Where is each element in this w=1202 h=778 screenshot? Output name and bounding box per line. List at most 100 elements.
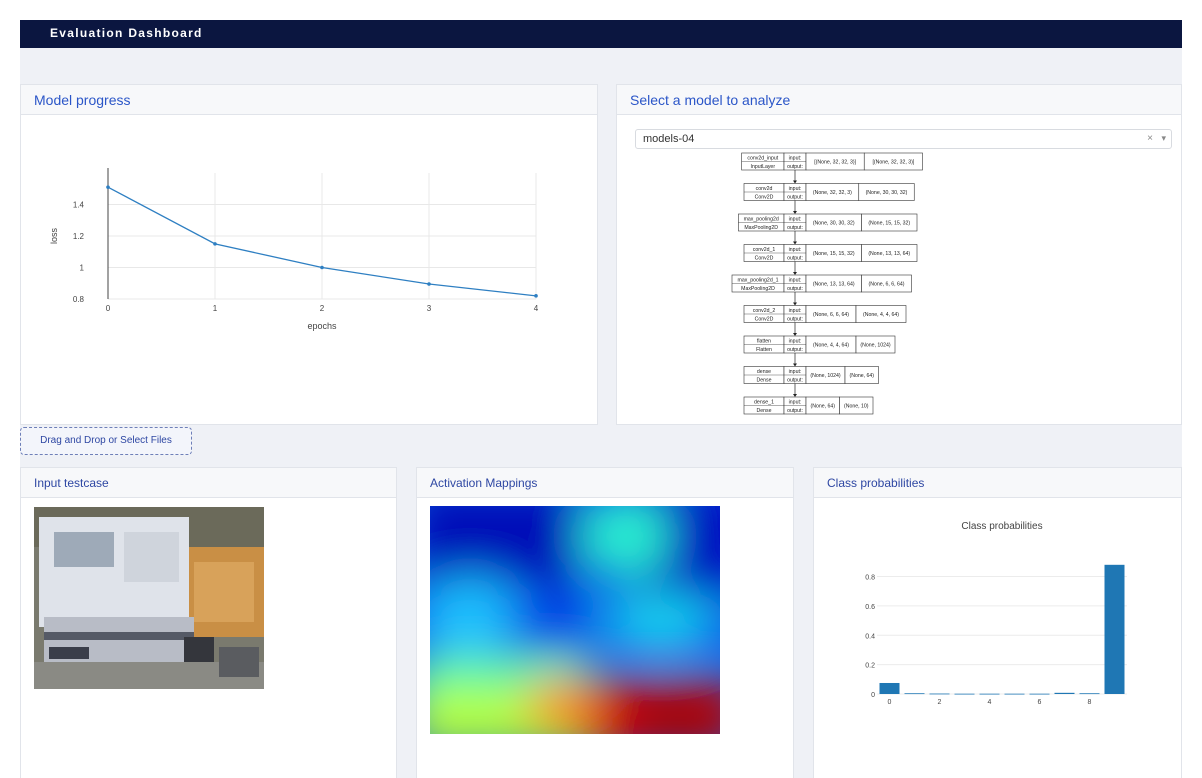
layer-output-shape: (None, 4, 4, 64)	[863, 312, 899, 318]
model-dropdown-value: models-04	[643, 133, 695, 145]
input-testcase-image	[34, 507, 264, 689]
layer-output-shape: (None, 15, 15, 32)	[868, 221, 910, 227]
prob-bar[interactable]	[1104, 564, 1125, 694]
layer-node: dense Dense input: output: (None, 1024) (None…	[743, 366, 879, 384]
layer-output-label: output:	[787, 225, 803, 231]
layer-type: MaxPooling2D	[741, 286, 775, 292]
prob-bar[interactable]	[1029, 693, 1050, 695]
layer-input-label: input:	[789, 277, 802, 283]
layer-name: conv2d_input	[747, 155, 778, 161]
layer-name: conv2d	[756, 186, 773, 192]
activation-header: Activation Mappings	[417, 468, 793, 498]
class-probabilities-title: Class probabilities	[961, 521, 1042, 532]
loss-ytick-label: 1.2	[73, 232, 85, 241]
layer-node: max_pooling2d MaxPooling2D input: output: (N…	[738, 213, 918, 232]
layer-node: dense_1 Dense input: output: (None, 64) (None…	[743, 396, 874, 415]
layer-node: conv2d_1 Conv2D input: output: (None, 15, 15…	[743, 244, 918, 262]
loss-xtick-label: 4	[534, 304, 539, 313]
layer-name: conv2d_1	[753, 247, 776, 253]
prob-bar[interactable]	[1004, 693, 1025, 695]
layer-edge-arrow	[793, 180, 797, 184]
prob-ytick-label: 0	[871, 692, 875, 699]
layer-input-shape: (None, 32, 32, 3)	[813, 190, 852, 196]
prob-bar[interactable]	[1054, 692, 1075, 694]
clear-icon[interactable]: ×	[1147, 133, 1153, 144]
layer-input-label: input:	[789, 399, 802, 405]
chevron-down-icon[interactable]: ▾	[1161, 133, 1166, 144]
layer-input-label: input:	[789, 308, 802, 314]
layer-type: Conv2D	[755, 194, 774, 200]
class-probabilities-chart: Class probabilities 0 0.2 0.4 0.6 0.8 0 2 4 6 8	[865, 521, 1127, 706]
layer-input-label: input:	[789, 216, 802, 222]
app-title: Evaluation Dashboard	[50, 26, 203, 40]
layer-input-shape: (None, 4, 4, 64)	[813, 343, 849, 349]
prob-bar[interactable]	[1079, 693, 1100, 695]
layer-type: InputLayer	[751, 164, 776, 170]
loss-ytick-label: 0.8	[73, 295, 85, 304]
layer-input-shape: [(None, 32, 32, 3)]	[814, 160, 856, 166]
layer-input-shape: (None, 30, 30, 32)	[813, 221, 855, 227]
layer-input-label: input:	[789, 155, 802, 161]
class-probabilities-header: Class probabilities	[814, 468, 1181, 498]
layer-output-label: output:	[787, 316, 803, 322]
loss-data-point	[320, 265, 324, 270]
loss-xtick-label: 0	[106, 304, 111, 313]
loss-xtick-label: 2	[320, 304, 325, 313]
prob-bar[interactable]	[879, 682, 900, 694]
layer-edge-arrow	[793, 241, 797, 245]
layer-type: Conv2D	[755, 255, 774, 261]
layer-node: conv2d_2 Conv2D input: output: (None, 6, 6, …	[743, 305, 907, 323]
layer-output-label: output:	[787, 194, 803, 200]
activation-card: Activation Mappings	[416, 467, 794, 778]
prob-xtick-label: 8	[1088, 699, 1092, 706]
layer-node: conv2d Conv2D input: output: (None, 32, 32, …	[743, 183, 915, 201]
layer-name: dense	[757, 369, 771, 375]
layer-output-label: output:	[787, 347, 803, 353]
prob-bar[interactable]	[979, 693, 1000, 695]
prob-ytick-label: 0.2	[865, 663, 875, 670]
layer-edge-arrow	[793, 211, 797, 214]
loss-data-point	[106, 185, 110, 189]
prob-ytick-label: 0.6	[865, 604, 875, 611]
loss-xtick-label: 3	[427, 304, 432, 313]
layer-output-shape: (None, 10)	[844, 404, 869, 410]
model-select-card: Select a model to analyze models-04 × ▾ …	[616, 84, 1182, 425]
prob-bar[interactable]	[954, 693, 975, 695]
prob-bar[interactable]	[929, 693, 950, 695]
layer-output-label: output:	[787, 377, 803, 383]
prob-ytick-label: 0.8	[865, 575, 875, 582]
input-testcase-header: Input testcase	[21, 468, 396, 498]
file-upload-dropzone[interactable]: Drag and Drop or Select Files	[20, 427, 192, 455]
layer-input-label: input:	[789, 338, 802, 344]
layer-node: flatten Flatten input: output: (None, 4, 4, …	[743, 335, 896, 354]
input-testcase-card: Input testcase	[20, 467, 397, 778]
layer-name: dense_1	[754, 399, 774, 405]
loss-xlabel: epochs	[307, 321, 337, 331]
layer-node: conv2d_input InputLayer input: output: [(Non…	[741, 152, 923, 171]
layer-type: Flatten	[756, 347, 772, 353]
layer-type: MaxPooling2D	[744, 225, 778, 231]
model-progress-header: Model progress	[21, 85, 597, 115]
model-architecture-diagram: conv2d_input InputLayer input: output: [(Non…	[731, 152, 923, 415]
layer-input-shape: (None, 6, 6, 64)	[813, 312, 849, 318]
loss-ylabel: loss	[49, 228, 59, 245]
layer-output-label: output:	[787, 408, 803, 414]
layer-output-label: output:	[787, 255, 803, 261]
loss-data-point	[534, 294, 538, 298]
layer-name: max_pooling2d	[744, 216, 779, 222]
prob-xtick-label: 6	[1038, 699, 1042, 706]
prob-bar[interactable]	[904, 693, 925, 695]
layer-output-shape: (None, 13, 13, 64)	[868, 251, 910, 257]
layer-edge-arrow	[793, 272, 797, 275]
layer-input-shape: (None, 13, 13, 64)	[813, 282, 855, 288]
layer-output-shape: (None, 1024)	[860, 343, 891, 349]
prob-xtick-label: 2	[938, 699, 942, 706]
model-dropdown[interactable]: models-04 × ▾	[635, 129, 1172, 149]
layer-input-shape: (None, 15, 15, 32)	[813, 251, 855, 257]
layer-node: max_pooling2d_1 MaxPooling2D input: output:…	[731, 274, 912, 293]
prob-ytick-label: 0.4	[865, 633, 875, 640]
loss-ytick-label: 1.4	[73, 201, 85, 210]
prob-xtick-label: 0	[888, 699, 892, 706]
layer-type: Dense	[757, 377, 772, 383]
loss-data-point	[427, 282, 431, 286]
